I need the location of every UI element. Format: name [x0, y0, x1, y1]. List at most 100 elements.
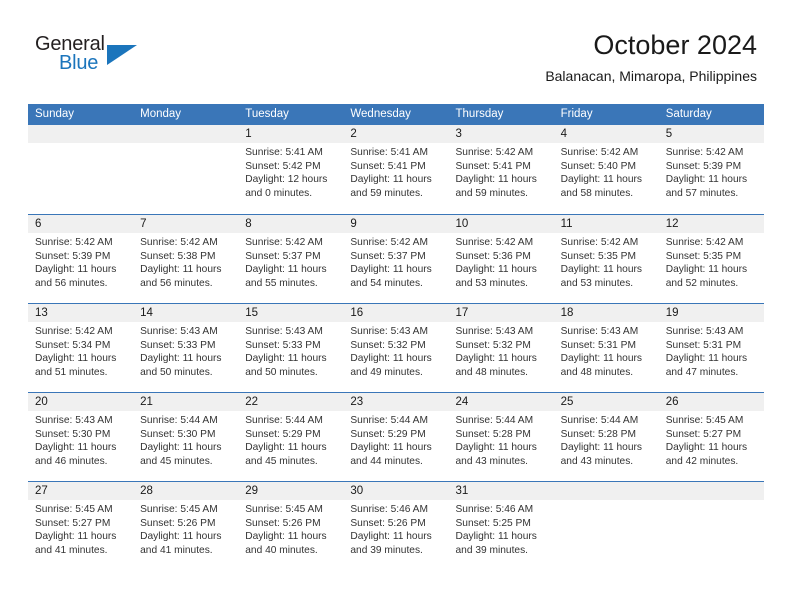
sunset-text: Sunset: 5:31 PM: [560, 339, 636, 351]
day-cell[interactable]: 17 Sunrise: 5:43 AM Sunset: 5:32 PM Dayligh…: [448, 304, 554, 392]
day-info: Sunrise: 5:44 AM Sunset: 5:28 PM Daylight:…: [554, 411, 659, 468]
daylight-text: Daylight: 11 hours and 57 minutes.: [665, 174, 748, 199]
day-cell[interactable]: 6 Sunrise: 5:42 AM Sunset: 5:39 PM Daylight…: [28, 215, 134, 303]
day-info: Sunrise: 5:45 AM Sunset: 5:26 PM Daylight:…: [133, 500, 238, 557]
sunrise-text: Sunrise: 5:43 AM: [140, 326, 218, 337]
sunrise-text: Sunrise: 5:42 AM: [245, 237, 323, 248]
daylight-text: Daylight: 11 hours and 49 minutes.: [350, 353, 432, 378]
day-cell[interactable]: 9 Sunrise: 5:42 AM Sunset: 5:37 PM Daylight…: [343, 215, 449, 303]
daylight-text: Daylight: 12 hours and 0 minutes.: [245, 174, 328, 199]
day-cell[interactable]: 14 Sunrise: 5:43 AM Sunset: 5:33 PM Dayligh…: [133, 304, 239, 392]
daylight-text: Daylight: 11 hours and 59 minutes.: [455, 174, 537, 199]
daylight-text: Daylight: 11 hours and 54 minutes.: [350, 264, 432, 289]
day-cell[interactable]: 26 Sunrise: 5:45 AM Sunset: 5:27 PM Dayligh…: [658, 393, 764, 481]
sunrise-text: Sunrise: 5:45 AM: [140, 504, 218, 515]
calendar-week-row: 1 Sunrise: 5:41 AM Sunset: 5:42 PM Daylight…: [28, 125, 764, 214]
day-number: 15: [238, 304, 344, 322]
day-cell[interactable]: 10 Sunrise: 5:42 AM Sunset: 5:36 PM Dayligh…: [448, 215, 554, 303]
day-cell[interactable]: 1 Sunrise: 5:41 AM Sunset: 5:42 PM Daylight…: [238, 125, 344, 214]
day-number: 1: [238, 125, 344, 143]
day-info: Sunrise: 5:44 AM Sunset: 5:30 PM Daylight:…: [133, 411, 238, 468]
day-cell[interactable]: 4 Sunrise: 5:42 AM Sunset: 5:40 PM Daylight…: [553, 125, 659, 214]
day-cell[interactable]: 31 Sunrise: 5:46 AM Sunset: 5:25 PM Dayligh…: [448, 482, 554, 570]
day-number: 5: [658, 125, 764, 143]
day-info: Sunrise: 5:44 AM Sunset: 5:29 PM Daylight:…: [343, 411, 448, 468]
day-cell[interactable]: 3 Sunrise: 5:42 AM Sunset: 5:41 PM Daylight…: [448, 125, 554, 214]
sunrise-text: Sunrise: 5:43 AM: [350, 326, 428, 337]
generalblue-logo[interactable]: General Blue: [35, 33, 165, 83]
day-number: 30: [343, 482, 449, 500]
weekday-header-row: Sunday Monday Tuesday Wednesday Thursday Frid…: [28, 104, 764, 125]
weekday-header-tuesday: Tuesday: [245, 108, 289, 120]
day-info: Sunrise: 5:41 AM Sunset: 5:42 PM Daylight:…: [238, 143, 343, 200]
day-info: Sunrise: 5:43 AM Sunset: 5:33 PM Daylight:…: [238, 322, 343, 379]
daylight-text: Daylight: 11 hours and 53 minutes.: [560, 264, 642, 289]
day-cell-empty: [133, 125, 239, 214]
day-cell[interactable]: 7 Sunrise: 5:42 AM Sunset: 5:38 PM Daylight…: [133, 215, 239, 303]
day-info: Sunrise: 5:46 AM Sunset: 5:25 PM Daylight:…: [449, 500, 554, 557]
day-cell[interactable]: 5 Sunrise: 5:42 AM Sunset: 5:39 PM Daylight…: [658, 125, 764, 214]
day-cell[interactable]: 22 Sunrise: 5:44 AM Sunset: 5:29 PM Dayligh…: [238, 393, 344, 481]
sunrise-text: Sunrise: 5:46 AM: [350, 504, 428, 515]
day-cell[interactable]: 11 Sunrise: 5:42 AM Sunset: 5:35 PM Dayligh…: [553, 215, 659, 303]
sunset-text: Sunset: 5:33 PM: [140, 339, 216, 351]
daylight-text: Daylight: 11 hours and 45 minutes.: [140, 442, 222, 467]
daylight-text: Daylight: 11 hours and 56 minutes.: [35, 264, 117, 289]
page-subtitle: Balanacan, Mimaropa, Philippines: [545, 68, 757, 84]
day-cell[interactable]: 2 Sunrise: 5:41 AM Sunset: 5:41 PM Daylight…: [343, 125, 449, 214]
day-cell[interactable]: 13 Sunrise: 5:42 AM Sunset: 5:34 PM Dayligh…: [28, 304, 134, 392]
sunrise-text: Sunrise: 5:42 AM: [140, 237, 218, 248]
sunrise-text: Sunrise: 5:44 AM: [560, 415, 639, 426]
day-number: 16: [343, 304, 449, 322]
day-cell[interactable]: 21 Sunrise: 5:44 AM Sunset: 5:30 PM Dayligh…: [133, 393, 239, 481]
daylight-text: Daylight: 11 hours and 39 minutes.: [350, 531, 432, 556]
sunset-text: Sunset: 5:35 PM: [665, 250, 742, 262]
sunrise-text: Sunrise: 5:46 AM: [455, 504, 534, 515]
day-cell[interactable]: 16 Sunrise: 5:43 AM Sunset: 5:32 PM Dayligh…: [343, 304, 449, 392]
sunrise-text: Sunrise: 5:45 AM: [245, 504, 323, 515]
daylight-text: Daylight: 11 hours and 45 minutes.: [245, 442, 327, 467]
day-number: 22: [238, 393, 344, 411]
sunset-text: Sunset: 5:32 PM: [350, 339, 426, 351]
day-info: Sunrise: 5:42 AM Sunset: 5:39 PM Daylight:…: [659, 143, 764, 200]
daylight-text: Daylight: 11 hours and 56 minutes.: [140, 264, 222, 289]
sunset-text: Sunset: 5:26 PM: [350, 517, 426, 529]
day-number: 26: [658, 393, 764, 411]
day-cell[interactable]: 19 Sunrise: 5:43 AM Sunset: 5:31 PM Dayligh…: [658, 304, 764, 392]
sunset-text: Sunset: 5:41 PM: [350, 160, 426, 172]
sunrise-text: Sunrise: 5:42 AM: [35, 326, 113, 337]
day-info: Sunrise: 5:43 AM Sunset: 5:31 PM Daylight:…: [659, 322, 764, 379]
day-cell[interactable]: 20 Sunrise: 5:43 AM Sunset: 5:30 PM Dayligh…: [28, 393, 134, 481]
daylight-text: Daylight: 11 hours and 47 minutes.: [665, 353, 748, 378]
day-info: Sunrise: 5:43 AM Sunset: 5:31 PM Daylight:…: [554, 322, 659, 379]
sunset-text: Sunset: 5:42 PM: [245, 160, 321, 172]
day-cell[interactable]: 25 Sunrise: 5:44 AM Sunset: 5:28 PM Dayligh…: [553, 393, 659, 481]
day-info: Sunrise: 5:42 AM Sunset: 5:34 PM Daylight:…: [28, 322, 133, 379]
day-number: 10: [448, 215, 554, 233]
day-cell[interactable]: 24 Sunrise: 5:44 AM Sunset: 5:28 PM Dayligh…: [448, 393, 554, 481]
day-info: Sunrise: 5:43 AM Sunset: 5:30 PM Daylight:…: [28, 411, 133, 468]
sunset-text: Sunset: 5:30 PM: [35, 428, 111, 440]
day-cell[interactable]: 18 Sunrise: 5:43 AM Sunset: 5:31 PM Dayligh…: [553, 304, 659, 392]
sunrise-text: Sunrise: 5:43 AM: [665, 326, 744, 337]
day-cell[interactable]: 12 Sunrise: 5:42 AM Sunset: 5:35 PM Dayligh…: [658, 215, 764, 303]
day-number: 12: [658, 215, 764, 233]
daylight-text: Daylight: 11 hours and 44 minutes.: [350, 442, 432, 467]
day-info: Sunrise: 5:45 AM Sunset: 5:26 PM Daylight:…: [238, 500, 343, 557]
day-number: 28: [133, 482, 239, 500]
day-number: [553, 482, 659, 500]
sunrise-text: Sunrise: 5:44 AM: [350, 415, 428, 426]
day-cell[interactable]: 23 Sunrise: 5:44 AM Sunset: 5:29 PM Dayligh…: [343, 393, 449, 481]
day-cell[interactable]: 28 Sunrise: 5:45 AM Sunset: 5:26 PM Dayligh…: [133, 482, 239, 570]
weekday-header-wednesday: Wednesday: [350, 108, 411, 120]
sunrise-text: Sunrise: 5:44 AM: [140, 415, 218, 426]
day-cell[interactable]: 29 Sunrise: 5:45 AM Sunset: 5:26 PM Dayligh…: [238, 482, 344, 570]
sunset-text: Sunset: 5:39 PM: [35, 250, 111, 262]
day-cell[interactable]: 30 Sunrise: 5:46 AM Sunset: 5:26 PM Dayligh…: [343, 482, 449, 570]
day-cell[interactable]: 8 Sunrise: 5:42 AM Sunset: 5:37 PM Daylight…: [238, 215, 344, 303]
day-cell[interactable]: 27 Sunrise: 5:45 AM Sunset: 5:27 PM Dayligh…: [28, 482, 134, 570]
day-number: 19: [658, 304, 764, 322]
sunrise-text: Sunrise: 5:45 AM: [665, 415, 744, 426]
day-cell[interactable]: 15 Sunrise: 5:43 AM Sunset: 5:33 PM Dayligh…: [238, 304, 344, 392]
sunrise-text: Sunrise: 5:43 AM: [560, 326, 639, 337]
